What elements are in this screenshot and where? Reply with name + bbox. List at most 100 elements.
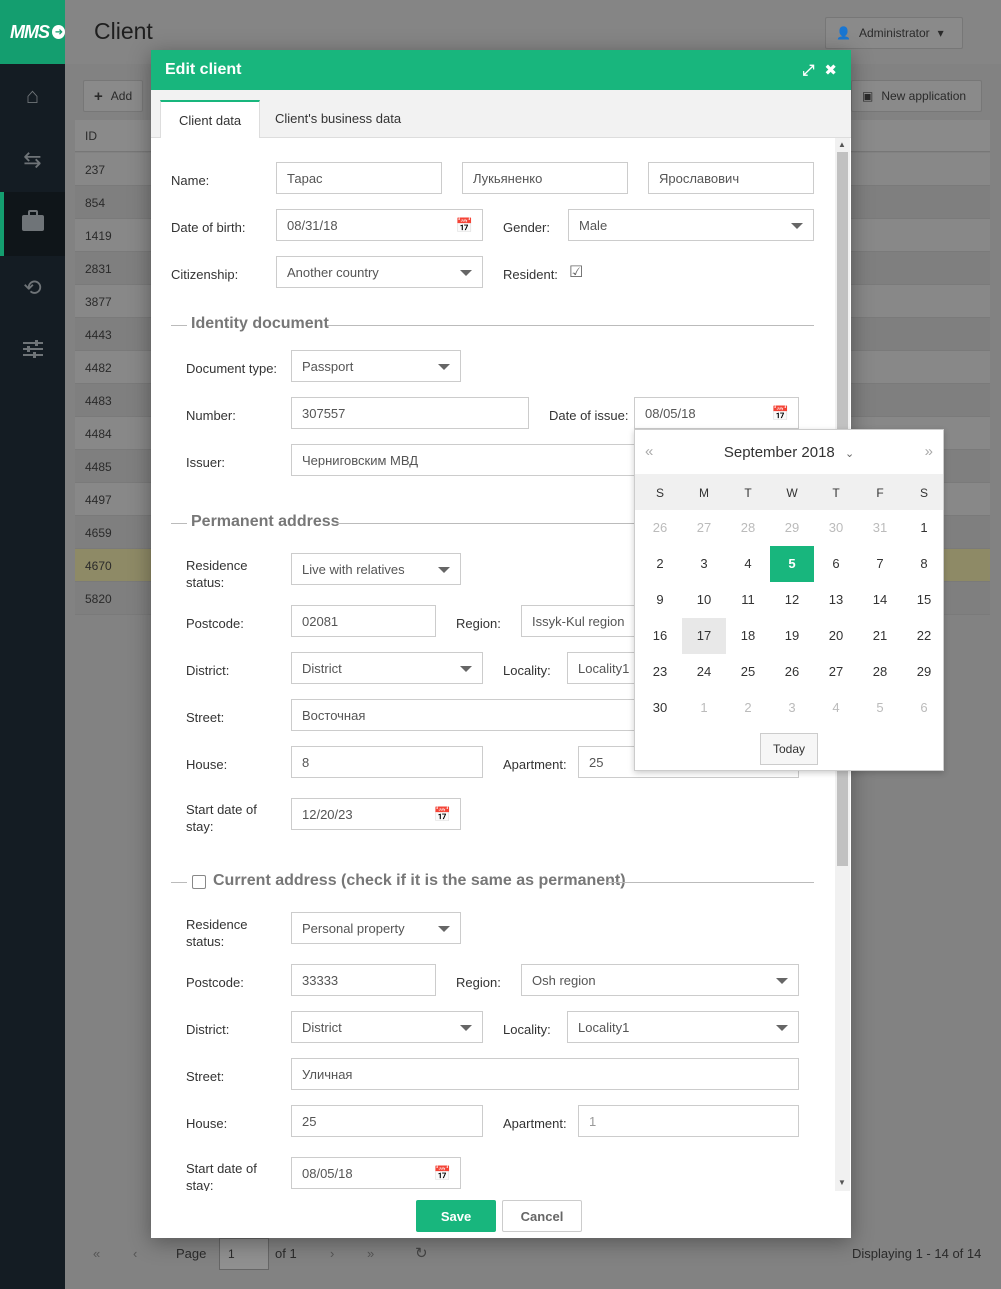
calendar-day[interactable]: 24	[682, 654, 726, 690]
new-application-button[interactable]: ▣ New application	[851, 80, 982, 112]
calendar-day[interactable]: 30	[814, 510, 858, 546]
resident-checkbox-checked-icon[interactable]: ☑	[569, 262, 583, 282]
tab-business-data[interactable]: Client's business data	[257, 100, 419, 138]
document-number-input[interactable]: 307557	[291, 397, 529, 429]
calendar-day[interactable]: 2	[638, 546, 682, 582]
calendar-day[interactable]: 13	[814, 582, 858, 618]
page-input[interactable]: 1	[219, 1238, 269, 1270]
calendar-day[interactable]: 2	[726, 690, 770, 726]
calendar-day[interactable]: 15	[902, 582, 946, 618]
scroll-up-icon[interactable]: ▲	[838, 140, 846, 149]
nav-clients[interactable]	[0, 192, 65, 256]
calendar-day[interactable]: 1	[682, 690, 726, 726]
weekday-label: T	[832, 486, 840, 500]
calendar-day[interactable]: 6	[814, 546, 858, 582]
refresh-icon[interactable]: ↻	[415, 1244, 428, 1262]
nav-transfers[interactable]: ⇆	[0, 128, 65, 192]
same-as-permanent-checkbox[interactable]	[192, 875, 206, 889]
calendar-day[interactable]: 19	[770, 618, 814, 654]
calendar-day[interactable]: 25	[726, 654, 770, 690]
calendar-day[interactable]: 26	[770, 654, 814, 690]
first-page-icon[interactable]: «	[93, 1246, 100, 1261]
calendar-day[interactable]: 4	[726, 546, 770, 582]
district-select[interactable]: District	[291, 652, 483, 684]
gender-select[interactable]: Male	[568, 209, 814, 241]
close-icon[interactable]: ✖	[824, 61, 837, 79]
calendar-day[interactable]: 5	[770, 546, 814, 582]
date-of-issue-input[interactable]: 08/05/18 📅	[634, 397, 799, 429]
calendar-day[interactable]: 1	[902, 510, 946, 546]
current-postcode-input[interactable]: 33333	[291, 964, 436, 996]
calendar-day[interactable]: 29	[770, 510, 814, 546]
calendar-day[interactable]: 3	[682, 546, 726, 582]
middle-name-input[interactable]: Ярославович	[648, 162, 814, 194]
citizenship-select[interactable]: Another country	[276, 256, 483, 288]
calendar-day[interactable]: 18	[726, 618, 770, 654]
start-date-label-line1: Start date of	[186, 802, 257, 817]
current-street-input[interactable]: Уличная	[291, 1058, 799, 1090]
calendar-day[interactable]: 5	[858, 690, 902, 726]
calendar-day[interactable]: 16	[638, 618, 682, 654]
app-logo[interactable]: MMS ➜	[0, 0, 65, 64]
calendar-day[interactable]: 9	[638, 582, 682, 618]
next-month-icon[interactable]: »	[925, 443, 933, 460]
current-house-input[interactable]: 25	[291, 1105, 483, 1137]
calendar-day[interactable]: 28	[858, 654, 902, 690]
calendar-day[interactable]: 14	[858, 582, 902, 618]
user-menu-button[interactable]: 👤 Administrator ▾	[825, 17, 963, 49]
residence-status-select[interactable]: Live with relatives	[291, 553, 461, 585]
calendar-day[interactable]: 4	[814, 690, 858, 726]
cancel-button[interactable]: Cancel	[502, 1200, 582, 1232]
current-residence-status-select[interactable]: Personal property	[291, 912, 461, 944]
house-input[interactable]: 8	[291, 746, 483, 778]
month-year-selector[interactable]: September 2018 ⌄	[635, 444, 943, 461]
current-region-select[interactable]: Osh region	[521, 964, 799, 996]
calendar-day[interactable]: 30	[638, 690, 682, 726]
calendar-day[interactable]: 12	[770, 582, 814, 618]
current-apartment-input[interactable]: 1	[578, 1105, 799, 1137]
calendar-day[interactable]: 7	[858, 546, 902, 582]
calendar-day[interactable]: 11	[726, 582, 770, 618]
document-type-select[interactable]: Passport	[291, 350, 461, 382]
current-start-date-input[interactable]: 08/05/18 📅	[291, 1157, 461, 1189]
calendar-day[interactable]: 27	[682, 510, 726, 546]
calendar-day[interactable]: 27	[814, 654, 858, 690]
calendar-icon[interactable]: 📅	[456, 217, 473, 234]
calendar-day[interactable]: 26	[638, 510, 682, 546]
add-button[interactable]: + Add	[83, 80, 144, 112]
calendar-icon[interactable]: 📅	[772, 405, 789, 422]
last-name-input[interactable]: Лукьяненко	[462, 162, 628, 194]
prev-page-icon[interactable]: ‹	[133, 1246, 137, 1261]
last-page-icon[interactable]: »	[367, 1246, 374, 1261]
calendar-day[interactable]: 22	[902, 618, 946, 654]
calendar-day[interactable]: 31	[858, 510, 902, 546]
nav-home[interactable]: ⌂	[0, 64, 65, 128]
id-column-header[interactable]: ID	[85, 129, 97, 143]
calendar-day[interactable]: 23	[638, 654, 682, 690]
first-name-input[interactable]: Тарас	[276, 162, 442, 194]
save-button[interactable]: Save	[416, 1200, 496, 1232]
nav-history[interactable]: ⟲	[0, 256, 65, 320]
next-page-icon[interactable]: ›	[330, 1246, 334, 1261]
calendar-icon[interactable]: 📅	[434, 806, 451, 823]
calendar-day[interactable]: 3	[770, 690, 814, 726]
calendar-day[interactable]: 6	[902, 690, 946, 726]
current-district-select[interactable]: District	[291, 1011, 483, 1043]
calendar-day[interactable]: 28	[726, 510, 770, 546]
today-button[interactable]: Today	[760, 733, 818, 765]
postcode-input[interactable]: 02081	[291, 605, 436, 637]
calendar-day[interactable]: 10	[682, 582, 726, 618]
calendar-icon[interactable]: 📅	[434, 1165, 451, 1182]
dob-input[interactable]: 08/31/18 📅	[276, 209, 483, 241]
tab-client-data[interactable]: Client data	[160, 100, 261, 138]
calendar-day[interactable]: 17	[682, 618, 726, 654]
nav-settings[interactable]	[0, 320, 65, 384]
calendar-day[interactable]: 8	[902, 546, 946, 582]
current-locality-select[interactable]: Locality1	[567, 1011, 799, 1043]
start-date-input[interactable]: 12/20/23 📅	[291, 798, 461, 830]
calendar-day[interactable]: 29	[902, 654, 946, 690]
maximize-icon[interactable]: ⤢	[802, 62, 814, 79]
calendar-day[interactable]: 21	[858, 618, 902, 654]
calendar-day[interactable]: 20	[814, 618, 858, 654]
scroll-down-icon[interactable]: ▼	[838, 1178, 846, 1187]
